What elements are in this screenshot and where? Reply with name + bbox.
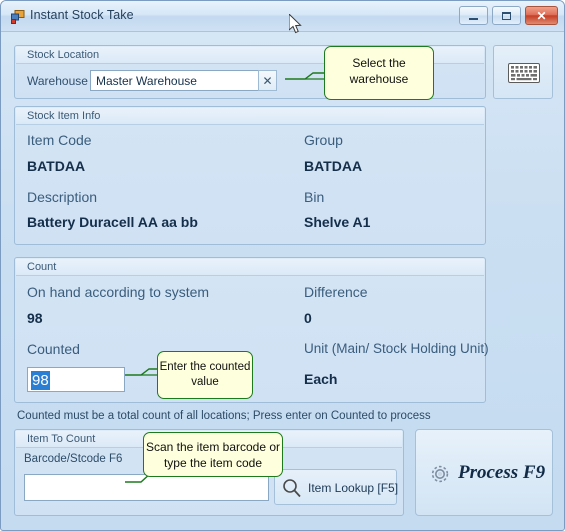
warehouse-value: Master Warehouse xyxy=(96,74,197,88)
warehouse-clear-button[interactable]: ✕ xyxy=(258,70,277,91)
on-hand-label: On hand according to system xyxy=(27,284,210,300)
status-hint-text: Counted must be a total count of all loc… xyxy=(17,410,431,422)
instant-stock-take-window: Instant Stock Take ✕ Stock Location Ware… xyxy=(0,0,565,531)
gear-icon xyxy=(431,465,449,483)
unit-value: Each xyxy=(304,371,338,387)
close-button[interactable]: ✕ xyxy=(525,6,558,25)
maximize-button[interactable] xyxy=(492,6,521,25)
minimize-button[interactable] xyxy=(459,6,488,25)
item-code-label: Item Code xyxy=(27,132,92,148)
unit-label: Unit (Main/ Stock Holding Unit) xyxy=(304,341,489,356)
mouse-cursor xyxy=(289,14,302,34)
bin-value: Shelve A1 xyxy=(304,214,371,230)
process-button[interactable]: Process F9 xyxy=(415,429,553,516)
counted-label: Counted xyxy=(27,341,80,357)
description-label: Description xyxy=(27,189,98,205)
close-icon: ✕ xyxy=(536,8,547,23)
process-label: Process F9 xyxy=(458,462,546,483)
bin-label: Bin xyxy=(304,189,325,205)
app-window-icon xyxy=(11,10,25,24)
callout-enter-counted-value: Enter the counted value xyxy=(157,351,253,399)
window-title: Instant Stock Take xyxy=(30,8,134,22)
warehouse-label: Warehouse xyxy=(27,74,88,88)
warehouse-combobox[interactable]: Master Warehouse xyxy=(90,70,277,91)
magnifier-icon xyxy=(283,479,301,498)
title-bar: Instant Stock Take ✕ xyxy=(1,1,564,32)
onscreen-keyboard-button[interactable] xyxy=(493,45,553,99)
counted-input-value: 98 xyxy=(31,371,50,390)
group-value: BATDAA xyxy=(304,158,363,174)
barcode-label: Barcode/Stcode F6 xyxy=(24,453,123,465)
item-code-value: BATDAA xyxy=(27,158,86,174)
keyboard-icon xyxy=(508,63,540,83)
minimize-icon xyxy=(460,7,487,24)
on-hand-value: 98 xyxy=(27,310,43,326)
difference-label: Difference xyxy=(304,284,368,300)
stock-location-title: Stock Location xyxy=(27,49,100,61)
count-title: Count xyxy=(27,261,57,273)
item-to-count-title: Item To Count xyxy=(27,433,96,445)
callout-select-warehouse: Select the warehouse xyxy=(324,46,434,100)
stock-item-info-title: Stock Item Info xyxy=(27,110,101,122)
count-header xyxy=(16,259,484,276)
difference-value: 0 xyxy=(304,310,312,326)
description-value: Battery Duracell AA aa bb xyxy=(27,214,198,230)
item-lookup-button[interactable]: Item Lookup [F5] xyxy=(274,469,399,505)
group-label: Group xyxy=(304,132,343,148)
item-lookup-label: Item Lookup [F5] xyxy=(308,481,399,495)
maximize-icon xyxy=(493,7,520,24)
callout-scan-barcode: Scan the item barcode or type the item c… xyxy=(143,432,283,477)
counted-input[interactable]: 98 xyxy=(27,367,125,392)
